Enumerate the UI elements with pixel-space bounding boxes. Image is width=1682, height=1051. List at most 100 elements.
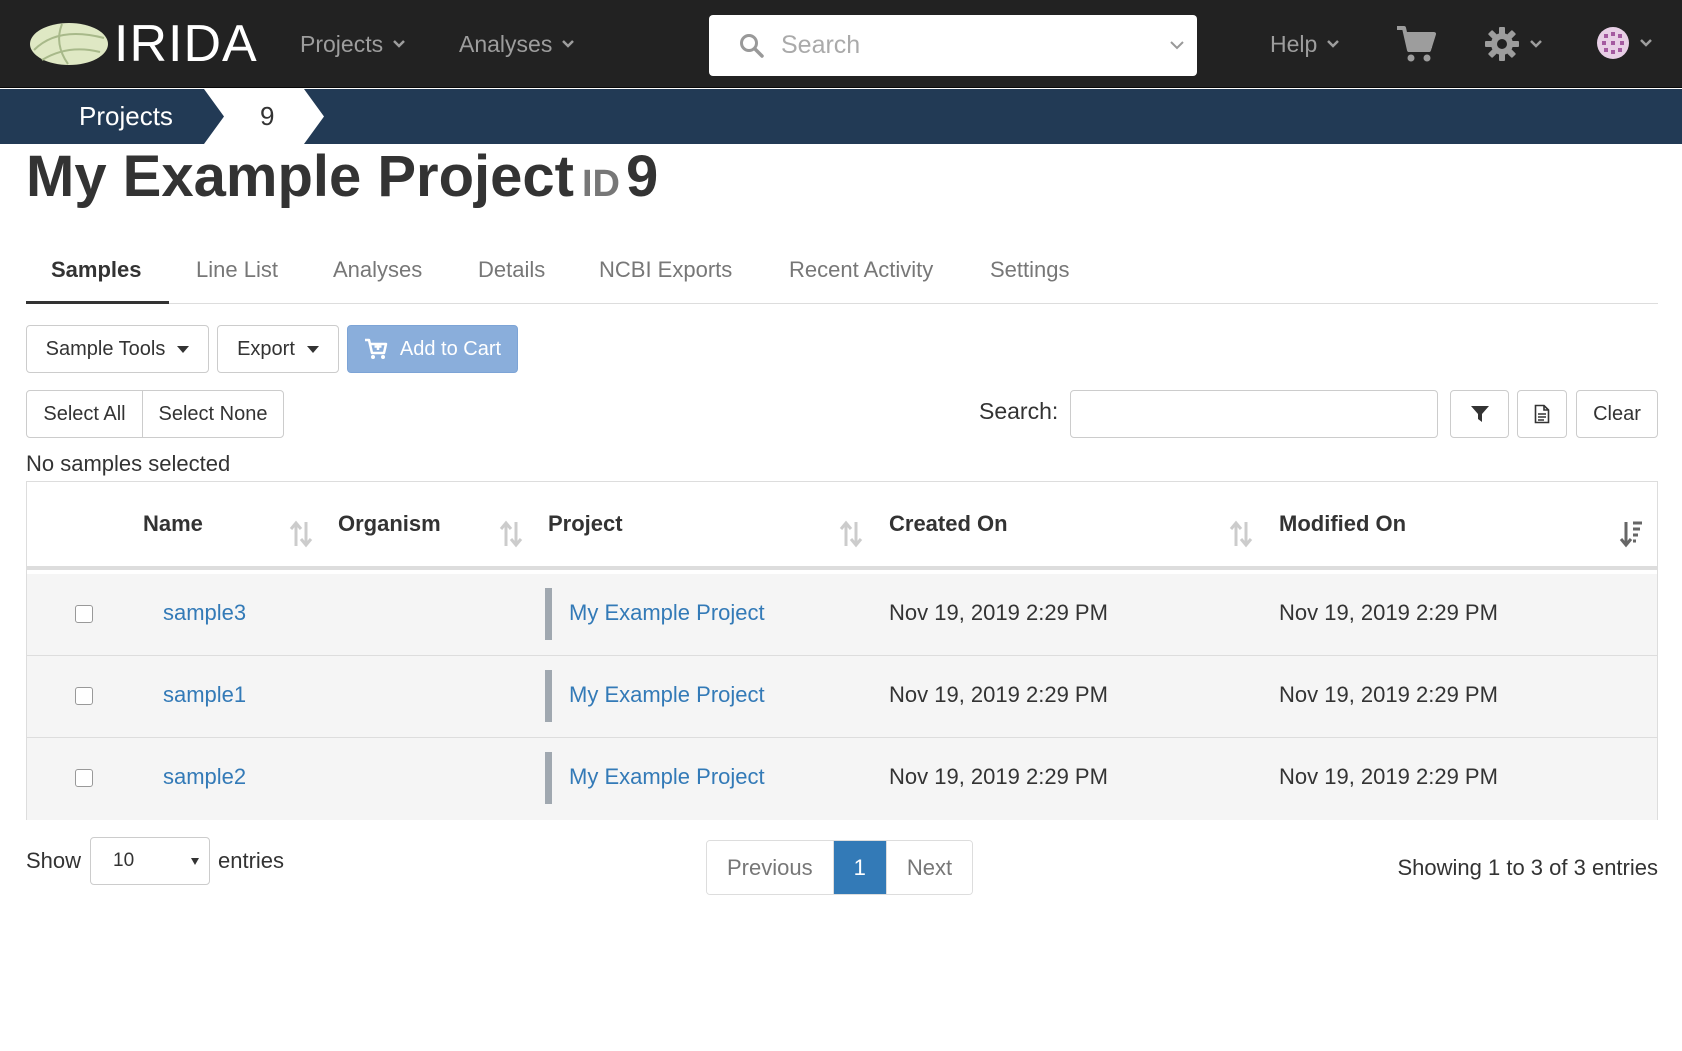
modified-on-cell: Nov 19, 2019 2:29 PM — [1279, 682, 1498, 707]
clear-button[interactable]: Clear — [1576, 390, 1658, 438]
file-icon — [1534, 404, 1550, 424]
created-on-cell: Nov 19, 2019 2:29 PM — [889, 682, 1108, 707]
nav-analyses-dropdown[interactable]: Analyses — [459, 26, 575, 62]
tab-analyses[interactable]: Analyses — [333, 250, 422, 304]
table-search-label: Search: — [979, 398, 1059, 424]
entries-label: entries — [218, 848, 285, 873]
samples-table: Name Organism Project Created On Modifie… — [26, 481, 1658, 820]
caret-down-icon — [306, 345, 319, 353]
column-header-created-on[interactable]: Created On — [889, 482, 1008, 566]
top-navbar: IRIDA Projects Analyses Help — [0, 0, 1682, 88]
export-button[interactable]: Export — [217, 325, 339, 373]
breadcrumb-current: 9 — [260, 101, 275, 131]
chevron-down-icon — [1327, 40, 1340, 48]
project-id-label: ID — [582, 163, 620, 205]
sort-icon[interactable] — [289, 520, 313, 548]
project-name: My Example Project — [26, 144, 574, 209]
tab-details[interactable]: Details — [478, 250, 545, 304]
chevron-down-icon — [1530, 40, 1542, 48]
global-search[interactable] — [709, 15, 1197, 76]
caret-down-icon — [177, 345, 190, 353]
show-label: Show — [26, 848, 82, 873]
project-link[interactable]: My Example Project — [569, 600, 765, 626]
pagination: Previous 1 Next — [706, 840, 974, 895]
caret-down-icon — [191, 858, 199, 865]
row-checkbox[interactable] — [75, 687, 93, 705]
row-checkbox[interactable] — [75, 769, 93, 787]
tab-recent-activity[interactable]: Recent Activity — [789, 250, 933, 304]
column-header-name[interactable]: Name — [143, 482, 203, 566]
user-menu-dropdown[interactable] — [1596, 26, 1652, 60]
global-search-input[interactable] — [781, 25, 1151, 65]
export-label: Export — [237, 337, 295, 360]
project-color-bar — [545, 670, 552, 722]
sort-icon[interactable] — [839, 520, 863, 548]
file-button[interactable] — [1517, 390, 1567, 438]
sample-name-link[interactable]: sample2 — [163, 764, 246, 790]
selection-status: No samples selected — [26, 451, 231, 476]
cart-icon[interactable] — [1395, 24, 1437, 64]
modified-on-cell: Nov 19, 2019 2:29 PM — [1279, 600, 1498, 625]
table-search-input[interactable] — [1070, 390, 1438, 438]
breadcrumb-projects-link[interactable]: Projects — [79, 89, 173, 144]
table-info: Showing 1 to 3 of 3 entries — [1397, 855, 1659, 880]
breadcrumb: Projects 9 — [0, 89, 1682, 144]
column-header-organism[interactable]: Organism — [338, 482, 441, 566]
column-header-modified-on[interactable]: Modified On — [1279, 482, 1406, 566]
created-on-cell: Nov 19, 2019 2:29 PM — [889, 600, 1108, 625]
table-row[interactable]: sample2 My Example Project Nov 19, 2019 … — [27, 738, 1657, 820]
sort-icon[interactable] — [499, 520, 523, 548]
sample-tools-label: Sample Tools — [45, 337, 166, 360]
filter-icon — [1470, 406, 1489, 422]
tab-settings[interactable]: Settings — [990, 250, 1070, 304]
chevron-down-icon[interactable] — [1169, 37, 1185, 53]
sort-desc-icon[interactable] — [1619, 520, 1643, 548]
add-to-cart-button[interactable]: Add to Cart — [347, 325, 518, 373]
page-length-value: 10 — [113, 850, 135, 871]
select-all-button[interactable]: Select All — [26, 390, 143, 438]
page-1-button[interactable]: 1 — [833, 841, 887, 894]
cart-plus-icon — [364, 338, 388, 359]
previous-page-button[interactable]: Previous — [707, 841, 834, 894]
tab-ncbi-exports[interactable]: NCBI Exports — [599, 250, 732, 304]
search-icon — [740, 34, 764, 58]
nav-help-dropdown[interactable]: Help — [1270, 26, 1340, 62]
project-link[interactable]: My Example Project — [569, 764, 765, 790]
sample-name-link[interactable]: sample3 — [163, 600, 246, 626]
created-on-cell: Nov 19, 2019 2:29 PM — [889, 764, 1108, 789]
brand-name: IRIDA — [114, 15, 258, 73]
row-checkbox[interactable] — [75, 605, 93, 623]
nav-help-label: Help — [1270, 30, 1318, 57]
sort-icon[interactable] — [1229, 520, 1253, 548]
project-tabs: Samples Line List Analyses Details NCBI … — [26, 250, 1658, 304]
nav-projects-label: Projects — [300, 30, 384, 57]
avatar — [1597, 27, 1629, 59]
select-none-button[interactable]: Select None — [142, 390, 284, 438]
chevron-down-icon — [393, 40, 405, 48]
brand-logo-link[interactable]: IRIDA — [28, 15, 258, 73]
filter-button[interactable] — [1450, 390, 1509, 438]
project-color-bar — [545, 752, 552, 804]
chevron-down-icon — [1640, 39, 1652, 47]
tab-line-list[interactable]: Line List — [196, 250, 278, 304]
chevron-down-icon — [562, 40, 575, 48]
next-page-button[interactable]: Next — [886, 841, 973, 894]
project-link[interactable]: My Example Project — [569, 682, 765, 708]
page-length-select[interactable]: 10 — [90, 837, 210, 885]
nav-projects-dropdown[interactable]: Projects — [300, 26, 405, 62]
sample-name-link[interactable]: sample1 — [163, 682, 246, 708]
project-id-value: 9 — [626, 144, 659, 209]
table-row[interactable]: sample1 My Example Project Nov 19, 2019 … — [27, 656, 1657, 738]
irida-logo — [30, 23, 108, 65]
column-header-project[interactable]: Project — [548, 482, 623, 566]
table-row[interactable]: sample3 My Example Project Nov 19, 2019 … — [27, 574, 1657, 656]
page-title: My Example Project ID 9 — [26, 143, 658, 218]
modified-on-cell: Nov 19, 2019 2:29 PM — [1279, 764, 1498, 789]
settings-dropdown[interactable] — [1484, 26, 1542, 62]
project-color-bar — [545, 588, 552, 640]
add-to-cart-label: Add to Cart — [399, 337, 502, 360]
nav-analyses-label: Analyses — [459, 30, 553, 57]
sample-tools-button[interactable]: Sample Tools — [26, 325, 209, 373]
tab-samples[interactable]: Samples — [26, 250, 169, 304]
gear-icon — [1485, 27, 1519, 61]
